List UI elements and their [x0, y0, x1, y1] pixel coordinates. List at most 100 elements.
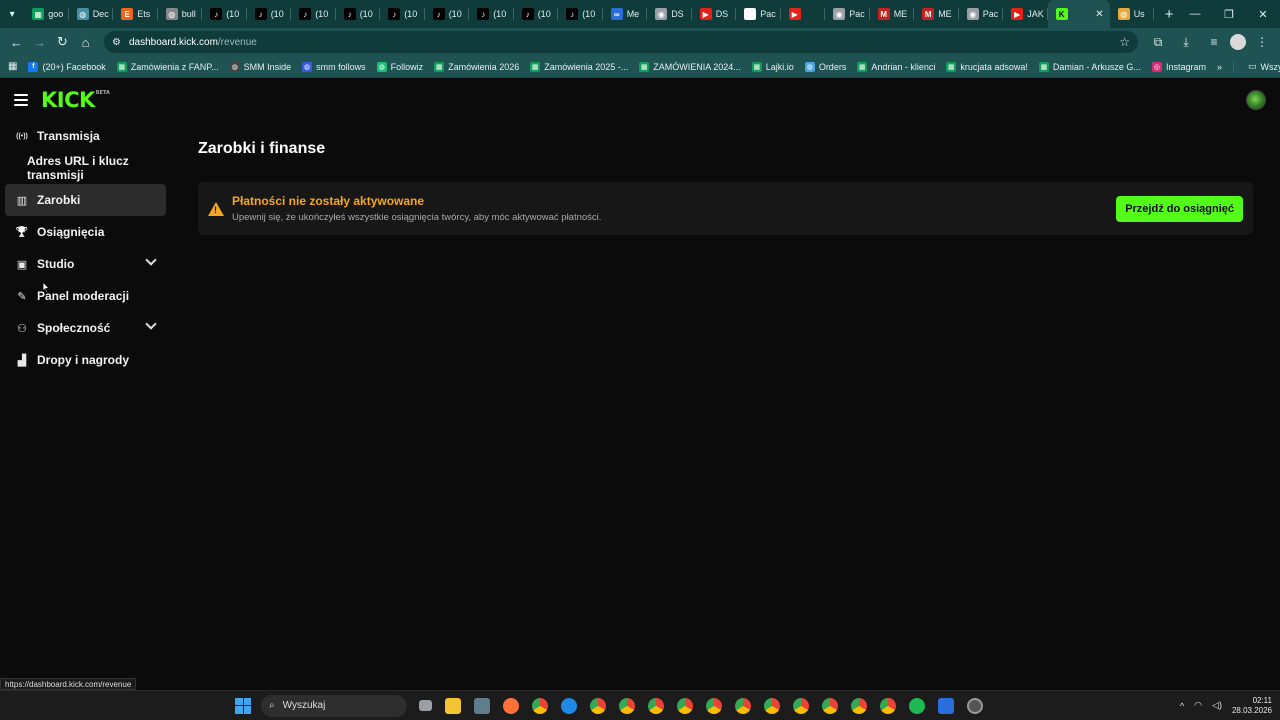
bookmark-item[interactable]: ◍ smm follows [302, 61, 366, 72]
chrome-profile-icon[interactable] [764, 697, 780, 714]
home-icon[interactable]: ⌂ [75, 30, 96, 54]
chrome-profile-icon[interactable] [735, 697, 751, 714]
bookmark-item[interactable]: ▦ Zamówienia z FANP... [116, 61, 219, 72]
browser-tab[interactable]: ◍ Us [1110, 0, 1155, 28]
bookmark-item[interactable]: f (20+) Facebook [28, 61, 106, 72]
sidebar-item-studio[interactable]: ▣ Studio [0, 248, 172, 280]
browser-tab[interactable]: ◉ DS [647, 0, 692, 28]
browser-tab[interactable]: E Ets [113, 0, 158, 28]
chevron-down-icon[interactable] [145, 318, 157, 330]
site-info-icon[interactable]: ⚙ [112, 37, 121, 48]
browser-tab[interactable]: ♪ (10 [514, 0, 559, 28]
browser-tab[interactable]: ♪ (10 [380, 0, 425, 28]
bookmark-item[interactable]: ◎ Instagram [1151, 61, 1206, 72]
browser-tab[interactable]: ♪ (10 [291, 0, 336, 28]
address-bar[interactable]: ⚙ dashboard.kick.com/revenue ☆ [104, 31, 1138, 53]
bookmark-item[interactable]: ◍ Orders [804, 61, 846, 72]
chrome-profile-icon[interactable] [967, 697, 983, 714]
sidebar-item-panel-moderacji[interactable]: ✎ Panel moderacji [0, 280, 172, 312]
tab-search-menu-icon[interactable]: ▾ [4, 4, 20, 24]
forward-icon[interactable]: → [29, 30, 50, 54]
back-icon[interactable]: ← [6, 30, 27, 54]
browser-tab[interactable]: M ME [914, 0, 959, 28]
browser-tab[interactable]: ♪ (10 [247, 0, 292, 28]
sidebar-item-dropy[interactable]: ▟ Dropy i nagrody [0, 344, 172, 376]
chevron-down-icon[interactable] [145, 254, 157, 266]
browser-tab[interactable]: ♪ (10 [425, 0, 470, 28]
chrome-profile-icon[interactable] [880, 697, 896, 714]
bookmark-item[interactable]: ▦ Zamówienia 2025 -... [530, 61, 628, 72]
sidebar-item-transmisja[interactable]: ((•)) Transmisja [0, 120, 172, 152]
new-tab-button[interactable]: + [1160, 6, 1178, 23]
browser-tab[interactable]: ▶ JAK [1003, 0, 1048, 28]
chrome-profile-icon[interactable] [706, 697, 722, 714]
hamburger-menu-icon[interactable] [14, 94, 28, 106]
volume-icon[interactable]: ◁) [1212, 700, 1222, 711]
task-view-icon[interactable] [419, 700, 432, 711]
chrome-icon[interactable] [532, 697, 548, 714]
go-to-achievements-button[interactable]: Przejdź do osiągnięć [1116, 195, 1243, 222]
start-button[interactable] [235, 697, 251, 714]
chrome-profile-icon[interactable] [677, 697, 693, 714]
chrome-profile-icon[interactable] [793, 697, 809, 714]
sidebar-item-spolecznosc[interactable]: ⚇ Społeczność [0, 312, 172, 344]
minimize-icon[interactable]: — [1178, 0, 1212, 28]
taskbar-search[interactable]: ⌕ Wyszukaj [261, 694, 407, 717]
bookmark-item[interactable]: ▦ Lajki.io [751, 61, 794, 72]
edge-icon[interactable] [561, 697, 577, 714]
chrome-profile-icon[interactable] [851, 697, 867, 714]
extensions-icon[interactable]: ⧉ [1146, 30, 1170, 54]
browser-tab[interactable]: ◉ Pac [736, 0, 781, 28]
profile-avatar[interactable] [1230, 34, 1246, 50]
chrome-profile-icon[interactable] [619, 697, 635, 714]
bookmark-item[interactable]: ◍ Followiz [376, 61, 423, 72]
browser-tab[interactable]: ♪ (10 [336, 0, 381, 28]
restore-icon[interactable]: ❐ [1212, 0, 1246, 28]
user-avatar[interactable] [1246, 90, 1266, 110]
bookmark-item[interactable]: ▦ krucjata adsowa! [946, 61, 1028, 72]
bookmark-star-icon[interactable]: ☆ [1119, 35, 1130, 49]
chrome-profile-icon[interactable] [590, 697, 606, 714]
browser-tab[interactable]: ◉ Pac [959, 0, 1004, 28]
browser-tab[interactable]: ∞ Me [603, 0, 648, 28]
chrome-profile-icon[interactable] [648, 697, 664, 714]
bookmark-item[interactable]: ▦ ZAMÓWIENIA 2024... [639, 61, 741, 72]
bookmarks-overflow-button[interactable]: » [1217, 62, 1222, 72]
browser-tab[interactable]: ▦ goo [24, 0, 69, 28]
sidebar-item-stream-key[interactable]: Adres URL i klucz transmisji [0, 152, 172, 184]
firefox-icon[interactable] [503, 697, 519, 714]
tray-overflow-icon[interactable]: ^ [1180, 701, 1184, 711]
taskbar-clock[interactable]: 02:11 28.03.2026 [1232, 696, 1272, 716]
close-window-icon[interactable]: ✕ [1246, 0, 1280, 28]
bookmark-item[interactable]: ▦ Andrian - klienci [857, 61, 935, 72]
reload-icon[interactable]: ↻ [52, 30, 73, 54]
sidebar-item-osiagniecia[interactable]: 🏆 Osiągnięcia [0, 216, 172, 248]
browser-tab[interactable]: ◉ Pac [825, 0, 870, 28]
bookmark-item[interactable]: ▦ Zamówienia 2026 [434, 61, 519, 72]
browser-tab[interactable]: M ME [870, 0, 915, 28]
sidebar-item-zarobki[interactable]: ▥ Zarobki [5, 184, 166, 216]
spotify-icon[interactable] [909, 697, 925, 714]
all-bookmarks-button[interactable]: ▭ Wszystkie zakładki [1232, 61, 1280, 72]
kick-logo[interactable]: KICK BETA [41, 88, 110, 112]
calculator-icon[interactable] [474, 697, 490, 714]
media-controls-icon[interactable]: ≡ [1202, 30, 1226, 54]
file-explorer-icon[interactable] [445, 697, 461, 714]
browser-tab[interactable]: ◍ Dec [69, 0, 114, 28]
browser-tab[interactable]: ♪ (10 [202, 0, 247, 28]
menu-icon[interactable]: ⋮ [1250, 30, 1274, 54]
browser-tab[interactable]: ▶ DS [692, 0, 737, 28]
browser-tab[interactable]: ♪ (10 [469, 0, 514, 28]
browser-tab[interactable]: K ✕ [1047, 0, 1110, 28]
browser-tab[interactable]: ♪ (10 [558, 0, 603, 28]
bookmark-item[interactable]: ▦ Damian - Arkusze G... [1038, 61, 1141, 72]
close-tab-icon[interactable]: ✕ [1095, 9, 1103, 20]
download-icon[interactable]: ⤓ [1174, 30, 1198, 54]
browser-tab[interactable]: ▶ [781, 0, 826, 28]
browser-tab[interactable]: ◍ bull [158, 0, 203, 28]
chrome-profile-icon[interactable] [822, 697, 838, 714]
bookmark-item[interactable]: ◍ SMM Inside [229, 61, 291, 72]
apps-grid-icon[interactable]: ▦ [8, 61, 17, 72]
wifi-icon[interactable]: ◠ [1194, 700, 1202, 711]
meta-app-icon[interactable] [938, 697, 954, 714]
